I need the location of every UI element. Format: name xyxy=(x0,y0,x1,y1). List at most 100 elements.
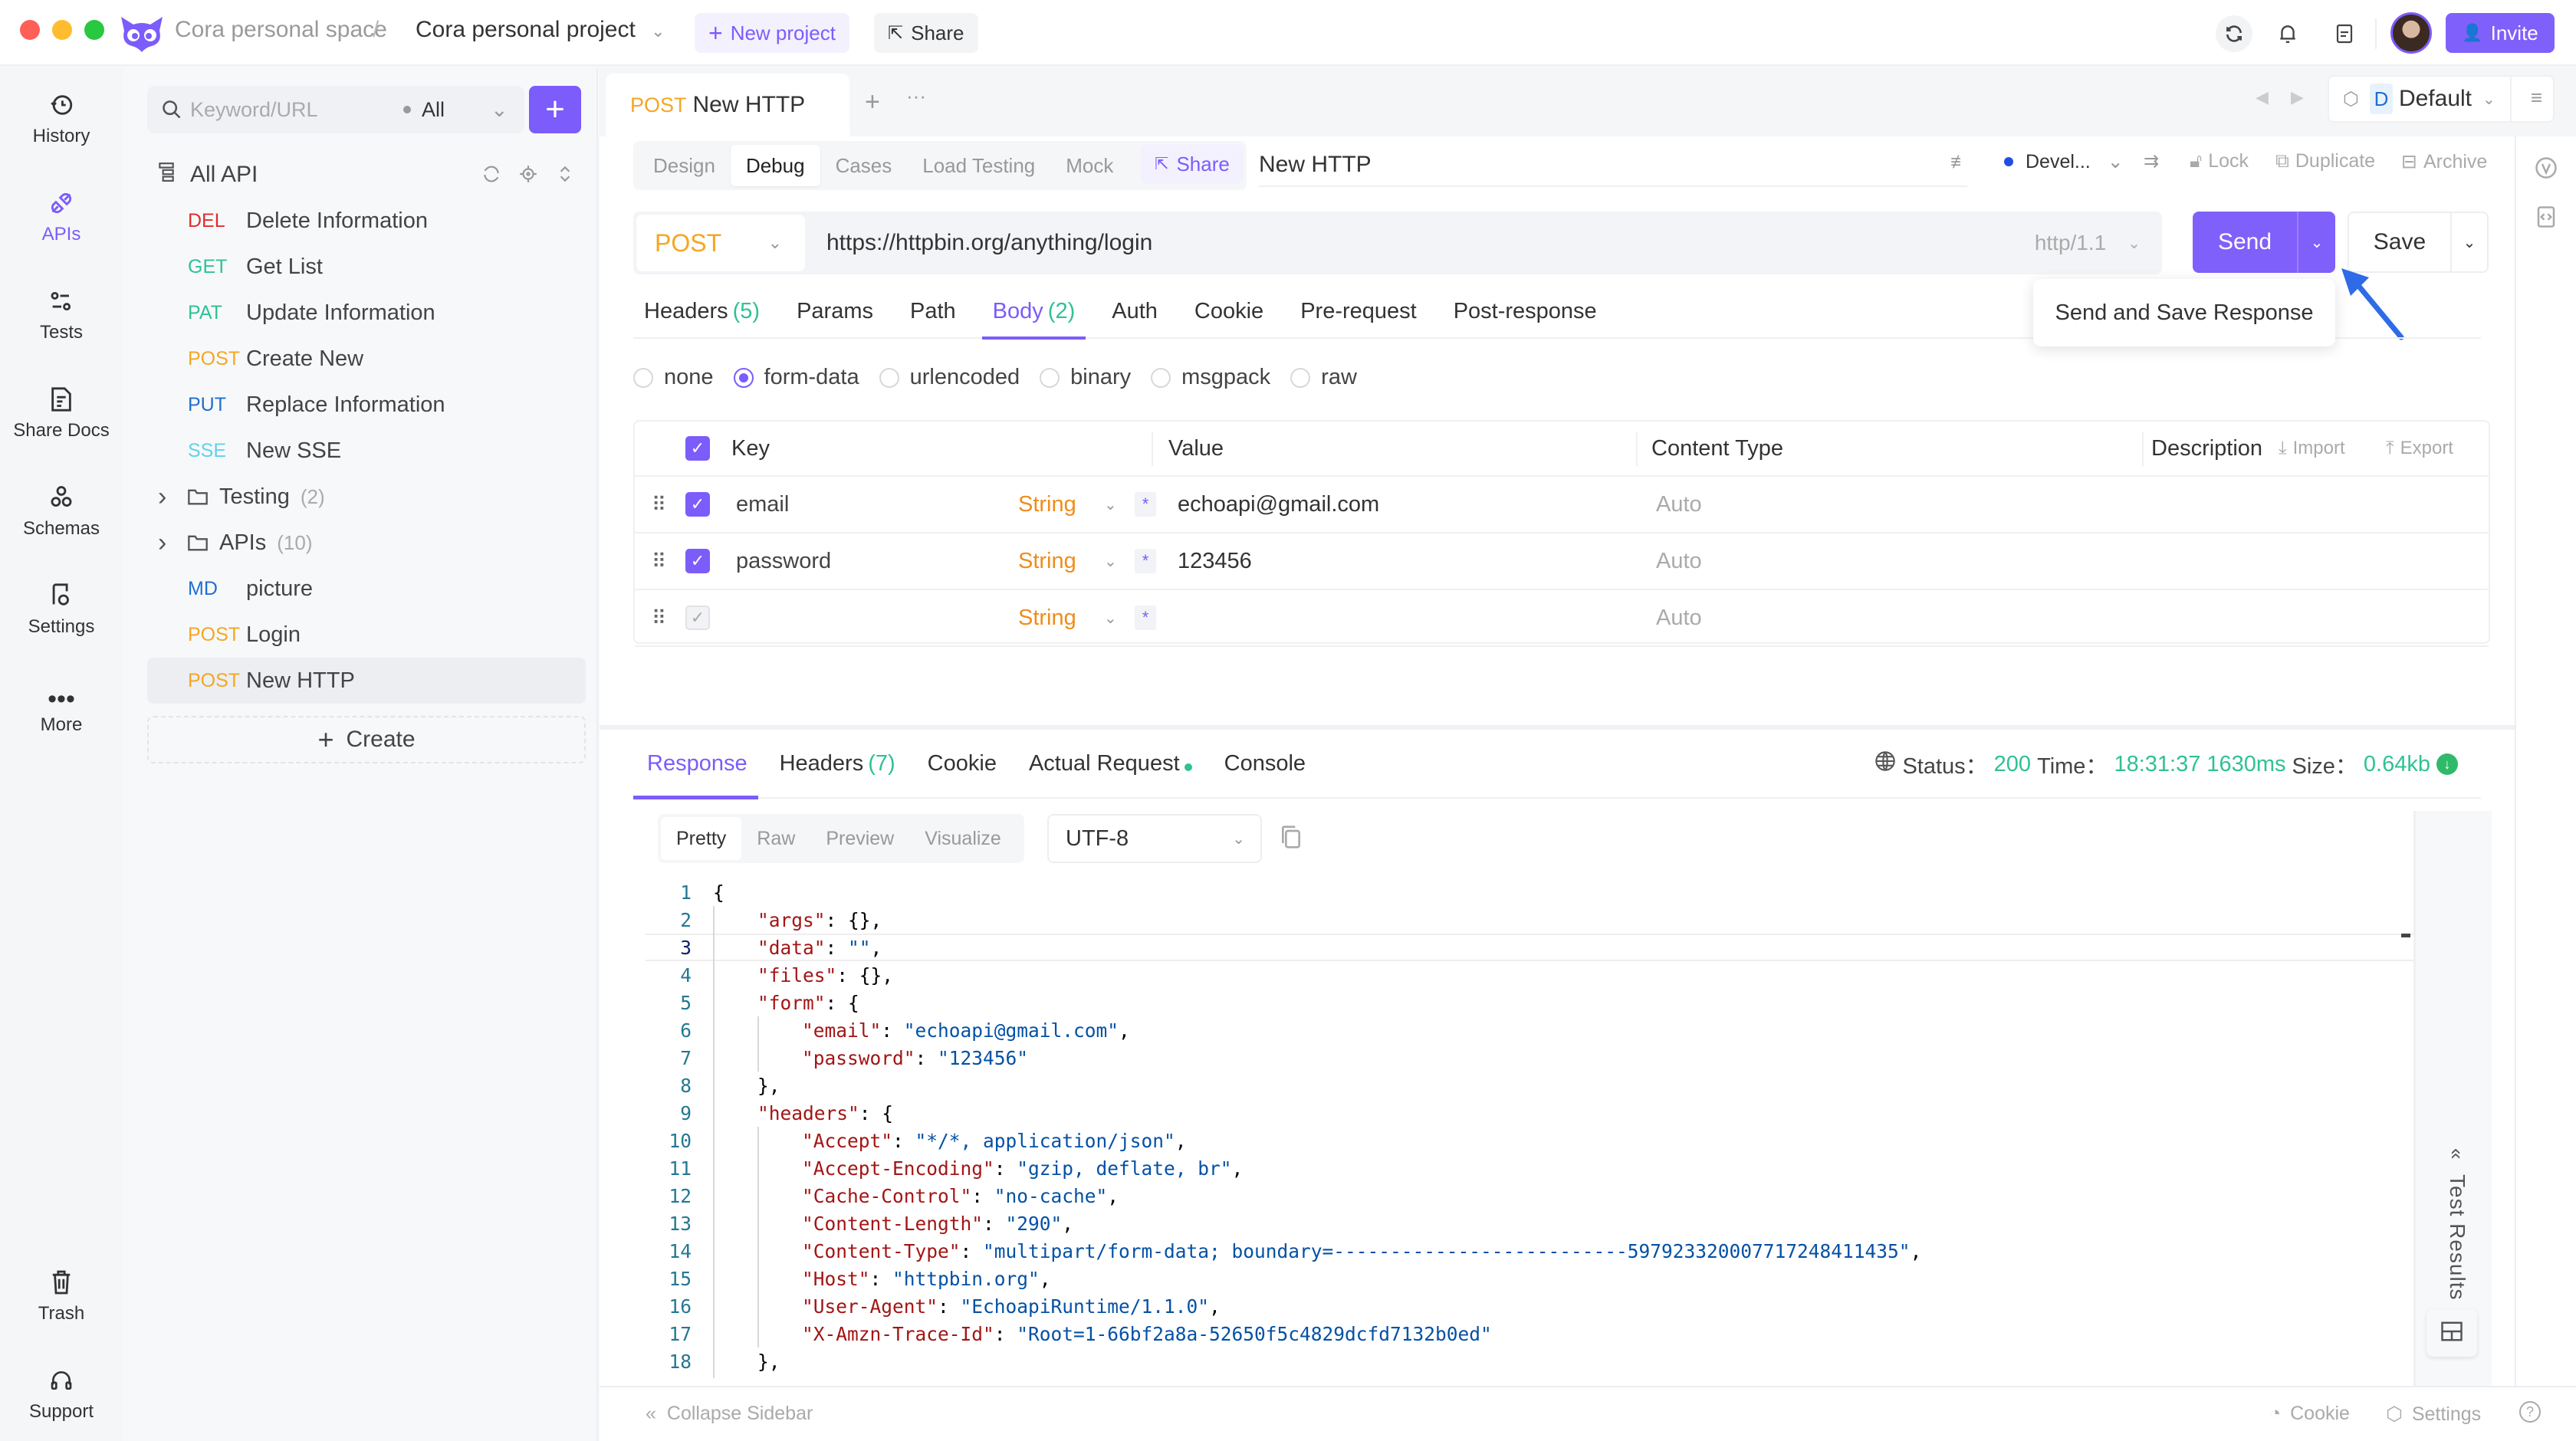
sync-icon[interactable] xyxy=(2216,15,2252,52)
drag-handle-icon[interactable]: ⠿ xyxy=(652,477,666,532)
api-item[interactable]: GET Get List xyxy=(147,244,586,290)
drag-handle-icon[interactable]: ⠿ xyxy=(652,590,666,645)
export-button[interactable]: ⤒ Export xyxy=(2386,422,2453,475)
mode-debug[interactable]: Debug xyxy=(730,145,820,186)
type-select[interactable]: String xyxy=(1018,590,1076,645)
bell-icon[interactable] xyxy=(2269,15,2306,52)
duplicate-button[interactable]: ⧉ Duplicate xyxy=(2275,150,2375,172)
save-options-chevron-icon[interactable]: ⌄ xyxy=(2452,233,2487,252)
share-request-button[interactable]: ⇱ Share xyxy=(1141,144,1244,184)
required-toggle[interactable]: * xyxy=(1135,533,1156,589)
rail-item-apis[interactable]: APIs xyxy=(0,182,123,245)
chevron-down-icon[interactable]: ⌄ xyxy=(1104,477,1117,532)
tree-root-all-api[interactable]: All API xyxy=(147,152,586,198)
settings-button[interactable]: ⬡ Settings xyxy=(2386,1403,2481,1426)
content-type-input[interactable]: Auto xyxy=(1656,590,1702,645)
download-response-icon[interactable]: ↓ xyxy=(2436,753,2458,775)
add-api-button[interactable]: + xyxy=(529,86,581,133)
new-tab-icon[interactable]: + xyxy=(865,87,880,117)
tab-next-icon[interactable]: ▶ xyxy=(2291,87,2304,107)
row-checkbox[interactable]: ✓ xyxy=(685,590,710,645)
radio-raw[interactable]: raw xyxy=(1290,365,1357,390)
radio-none[interactable]: none xyxy=(633,365,714,390)
view-pretty[interactable]: Pretty xyxy=(661,817,742,860)
request-name-input[interactable]: New HTTP xyxy=(1259,144,1967,187)
drag-handle-icon[interactable]: ⠿ xyxy=(652,533,666,589)
api-item[interactable]: POST Create New xyxy=(147,336,586,382)
tab-prev-icon[interactable]: ◀ xyxy=(2256,87,2269,107)
tab-more-icon[interactable]: ··· xyxy=(906,84,926,108)
response-tab-response[interactable]: Response xyxy=(633,729,758,799)
subtab-post-response[interactable]: Post-response xyxy=(1454,284,1597,338)
view-visualize[interactable]: Visualize xyxy=(909,817,1017,860)
archive-button[interactable]: ⊟ Archive xyxy=(2401,150,2487,173)
column-divider[interactable] xyxy=(2142,432,2144,466)
api-item[interactable]: MD picture xyxy=(147,566,586,612)
collapse-sidebar-button[interactable]: « Collapse Sidebar xyxy=(646,1403,813,1425)
status-select[interactable]: Devel... ⌄ xyxy=(2004,150,2124,173)
rail-item-tests[interactable]: Tests xyxy=(0,281,123,343)
row-checkbox[interactable]: ✓ xyxy=(685,477,710,532)
mode-mock[interactable]: Mock xyxy=(1050,145,1129,186)
subtab-cookie[interactable]: Cookie xyxy=(1194,284,1263,338)
rail-item-schemas[interactable]: Schemas xyxy=(0,477,123,540)
mode-design[interactable]: Design xyxy=(638,145,731,186)
layout-toggle-button[interactable] xyxy=(2426,1309,2477,1357)
expand-collapse-icon[interactable] xyxy=(557,164,573,190)
mode-load-testing[interactable]: Load Testing xyxy=(907,145,1050,186)
rail-item-history[interactable]: History xyxy=(0,84,123,147)
description-input[interactable] xyxy=(2151,533,2473,589)
code-snippet-icon[interactable] xyxy=(2536,205,2556,232)
maximize-window-button[interactable] xyxy=(84,20,104,40)
lock-button[interactable]: 🔓︎ Lock xyxy=(2190,150,2249,172)
edit-description-icon[interactable]: ≢ xyxy=(1950,152,1969,173)
send-options-chevron-icon[interactable]: ⌄ xyxy=(2298,233,2335,252)
http-version-select[interactable]: http/1.1 ⌄ xyxy=(2035,212,2141,274)
environment-select[interactable]: ⬡ D Default ⌄ ≡ xyxy=(2328,75,2555,123)
import-button[interactable]: ⤓ Import xyxy=(2279,422,2345,475)
content-type-input[interactable]: Auto xyxy=(1656,477,1702,532)
description-input[interactable] xyxy=(2151,477,2473,532)
subtab-params[interactable]: Params xyxy=(797,284,873,338)
create-button[interactable]: + Create xyxy=(147,716,586,763)
key-input[interactable]: password xyxy=(736,533,831,589)
rail-item-settings[interactable]: Settings xyxy=(0,575,123,638)
select-all-checkbox[interactable]: ✓ xyxy=(685,422,710,475)
encoding-select[interactable]: UTF-8 ⌄ xyxy=(1047,814,1262,863)
type-select[interactable]: String xyxy=(1018,477,1076,532)
move-icon[interactable]: ⇉ xyxy=(2144,150,2159,172)
radio-urlencoded[interactable]: urlencoded xyxy=(879,365,1020,390)
request-tab[interactable]: POST New HTTP xyxy=(606,74,849,136)
api-item[interactable]: POST New HTTP xyxy=(147,658,586,704)
api-item[interactable]: SSE New SSE xyxy=(147,428,586,474)
folder-item[interactable]: › Testing (2) xyxy=(147,474,586,520)
type-select[interactable]: String xyxy=(1018,533,1076,589)
locate-icon[interactable] xyxy=(518,164,538,190)
search-input[interactable]: Keyword/URL All ⌄ xyxy=(147,86,524,133)
chevron-down-icon[interactable]: ⌄ xyxy=(1104,590,1117,645)
chevron-down-icon[interactable]: ⌄ xyxy=(1104,533,1117,589)
rail-item-trash[interactable]: Trash xyxy=(0,1262,123,1324)
send-button[interactable]: Send ⌄ xyxy=(2193,212,2335,273)
api-item[interactable]: POST Login xyxy=(147,612,586,658)
cookie-button[interactable]: ◔ Cookie xyxy=(2269,1403,2350,1425)
menu-icon[interactable]: ≡ xyxy=(2531,86,2542,110)
avatar[interactable] xyxy=(2390,12,2432,54)
radio-msgpack[interactable]: msgpack xyxy=(1151,365,1270,390)
minimize-window-button[interactable] xyxy=(52,20,72,40)
view-raw[interactable]: Raw xyxy=(741,817,810,860)
subtab-pre-request[interactable]: Pre-request xyxy=(1300,284,1417,338)
value-input[interactable]: 123456 xyxy=(1178,533,1252,589)
breadcrumb-space[interactable]: Cora personal space xyxy=(175,17,387,43)
notes-icon[interactable] xyxy=(2326,15,2363,52)
project-switcher[interactable]: Cora personal project ⌄ xyxy=(416,17,665,43)
response-tab-console[interactable]: Console xyxy=(1224,729,1306,798)
copy-icon[interactable] xyxy=(1280,825,1302,853)
key-input[interactable]: email xyxy=(736,477,789,532)
description-input[interactable] xyxy=(2151,590,2473,645)
new-project-button[interactable]: + New project xyxy=(695,13,849,53)
response-tab-headers[interactable]: Headers (7) xyxy=(780,729,895,798)
radio-form-data[interactable]: form-data xyxy=(733,365,859,390)
column-divider[interactable] xyxy=(1636,432,1638,466)
folder-item[interactable]: › APIs (10) xyxy=(147,520,586,566)
